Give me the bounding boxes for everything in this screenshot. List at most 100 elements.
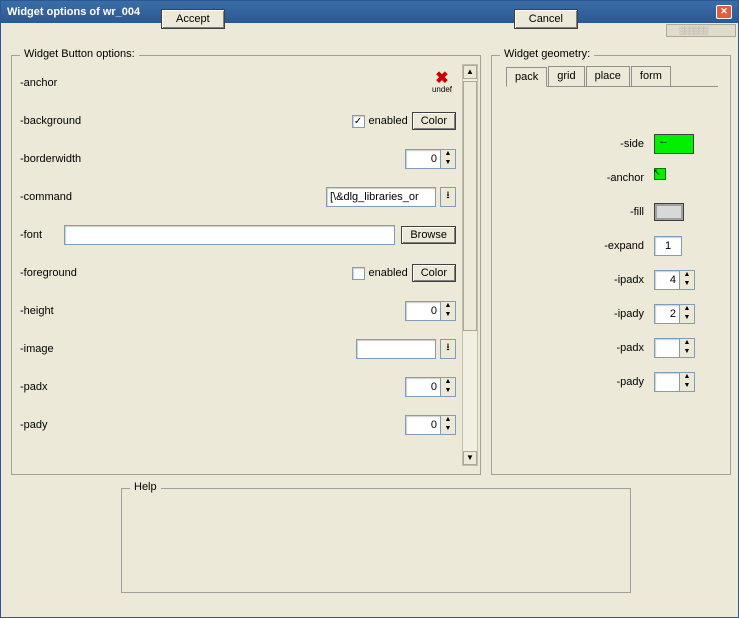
anchor-label: -anchor [20, 77, 120, 89]
spin-up-icon[interactable]: ▲ [680, 271, 694, 280]
tab-place[interactable]: place [586, 66, 630, 86]
row-pady: -pady ▲▼ [20, 406, 456, 444]
foreground-color-button[interactable]: Color [412, 264, 456, 282]
spin-down-icon[interactable]: ▼ [441, 311, 455, 320]
background-label: -background [20, 115, 120, 127]
geom-padx-label: -padx [510, 342, 654, 354]
geom-row-ipadx: -ipadx ▲▼ [510, 263, 714, 297]
padx-input[interactable] [405, 377, 441, 397]
geom-pady-spinner[interactable]: ▲▼ [654, 372, 695, 392]
pady-input[interactable] [405, 415, 441, 435]
dialog-buttons: Accept Cancel [1, 9, 738, 29]
ipady-spinner[interactable]: ▲▼ [654, 304, 695, 324]
height-input[interactable] [405, 301, 441, 321]
geom-pady-label: -pady [510, 376, 654, 388]
spin-up-icon[interactable]: ▲ [680, 373, 694, 382]
geom-row-anchor: -anchor ↖ [510, 161, 714, 195]
anchor-selector[interactable]: ↖ [654, 168, 674, 188]
geometry-group: Widget geometry: pack grid place form -s… [491, 55, 731, 475]
spin-up-icon[interactable]: ▲ [441, 416, 455, 425]
geom-padx-spinner[interactable]: ▲▼ [654, 338, 695, 358]
geom-row-pady: -pady ▲▼ [510, 365, 714, 399]
geom-row-side: -side [510, 127, 714, 161]
cancel-button[interactable]: Cancel [514, 9, 578, 29]
spin-up-icon[interactable]: ▲ [441, 378, 455, 387]
height-spinner[interactable]: ▲▼ [405, 301, 456, 321]
button-options-group: Widget Button options: -anchor ✖ undef -… [11, 55, 481, 475]
enabled-label: enabled [369, 115, 408, 127]
row-borderwidth: -borderwidth ▲▼ [20, 140, 456, 178]
geometry-legend: Widget geometry: [500, 48, 594, 60]
ipadx-input[interactable] [654, 270, 680, 290]
row-anchor: -anchor ✖ undef [20, 64, 456, 102]
x-icon: ✖ [428, 73, 456, 85]
ipadx-label: -ipadx [510, 274, 654, 286]
command-input[interactable] [326, 187, 436, 207]
geometry-tabs: pack grid place form [506, 66, 718, 87]
background-color-button[interactable]: Color [412, 112, 456, 130]
browse-font-button[interactable]: Browse [401, 226, 456, 244]
spin-down-icon[interactable]: ▼ [680, 280, 694, 289]
padx-spinner[interactable]: ▲▼ [405, 377, 456, 397]
background-enabled-checkbox[interactable]: ✓ [352, 115, 365, 128]
side-label: -side [510, 138, 654, 150]
spin-down-icon[interactable]: ▼ [680, 314, 694, 323]
button-options-legend: Widget Button options: [20, 48, 139, 60]
foreground-label: -foreground [20, 267, 120, 279]
geom-anchor-label: -anchor [510, 172, 654, 184]
ipadx-spinner[interactable]: ▲▼ [654, 270, 695, 290]
row-image: -image ⭳ [20, 330, 456, 368]
scroll-down-icon[interactable]: ▼ [463, 451, 477, 465]
row-font: -font Browse [20, 216, 456, 254]
geom-padx-input[interactable] [654, 338, 680, 358]
spin-down-icon[interactable]: ▼ [680, 382, 694, 391]
spin-down-icon[interactable]: ▼ [680, 348, 694, 357]
scroll-up-icon[interactable]: ▲ [463, 65, 477, 79]
spin-up-icon[interactable]: ▲ [441, 302, 455, 311]
padx-label: -padx [20, 381, 120, 393]
spin-up-icon[interactable]: ▲ [441, 150, 455, 159]
foreground-enabled-checkbox[interactable] [352, 267, 365, 280]
row-height: -height ▲▼ [20, 292, 456, 330]
row-background: -background ✓ enabled Color [20, 102, 456, 140]
row-padx: -padx ▲▼ [20, 368, 456, 406]
image-label: -image [20, 343, 120, 355]
height-label: -height [20, 305, 120, 317]
borderwidth-spinner[interactable]: ▲▼ [405, 149, 456, 169]
geom-row-fill: -fill [510, 195, 714, 229]
borderwidth-input[interactable] [405, 149, 441, 169]
accept-button[interactable]: Accept [161, 9, 225, 29]
fill-selector[interactable] [654, 203, 684, 221]
spin-down-icon[interactable]: ▼ [441, 387, 455, 396]
pady-label: -pady [20, 419, 120, 431]
geom-pady-input[interactable] [654, 372, 680, 392]
help-legend: Help [130, 481, 161, 493]
command-dropdown-button[interactable]: ⭳ [440, 187, 456, 207]
geom-row-expand: -expand [510, 229, 714, 263]
spin-up-icon[interactable]: ▲ [680, 305, 694, 314]
font-input[interactable] [64, 225, 395, 245]
spin-down-icon[interactable]: ▼ [441, 159, 455, 168]
enabled-label: enabled [369, 267, 408, 279]
side-selector[interactable] [654, 134, 694, 154]
tab-grid[interactable]: grid [548, 66, 584, 86]
tab-form[interactable]: form [631, 66, 671, 86]
ipady-input[interactable] [654, 304, 680, 324]
undef-button[interactable]: ✖ undef [428, 73, 456, 94]
geom-row-padx: -padx ▲▼ [510, 331, 714, 365]
tab-pack[interactable]: pack [506, 67, 547, 87]
command-label: -command [20, 191, 120, 203]
pady-spinner[interactable]: ▲▼ [405, 415, 456, 435]
resize-grip[interactable] [666, 24, 736, 37]
expand-label: -expand [510, 240, 654, 252]
row-command: -command ⭳ [20, 178, 456, 216]
expand-input[interactable] [654, 236, 682, 256]
spin-down-icon[interactable]: ▼ [441, 425, 455, 434]
scroll-thumb[interactable] [463, 81, 477, 331]
borderwidth-label: -borderwidth [20, 153, 120, 165]
image-dropdown-button[interactable]: ⭳ [440, 339, 456, 359]
options-scrollbar[interactable]: ▲ ▼ [462, 64, 478, 466]
geom-row-ipady: -ipady ▲▼ [510, 297, 714, 331]
image-input[interactable] [356, 339, 436, 359]
spin-up-icon[interactable]: ▲ [680, 339, 694, 348]
